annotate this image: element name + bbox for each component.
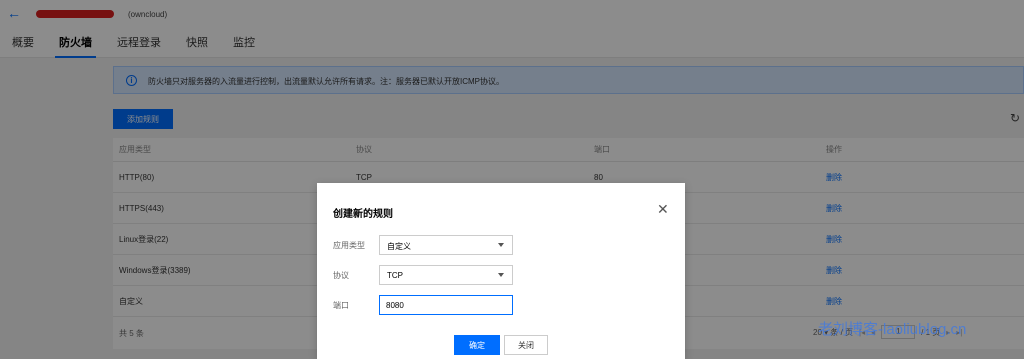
port-label: 端口 [333,301,349,310]
protocol-row: 协议 TCP [333,265,673,285]
close-icon[interactable]: ✕ [657,202,669,216]
app-type-row: 应用类型 自定义 [333,235,673,255]
port-row: 端口 [333,295,673,315]
protocol-value: TCP [387,271,403,280]
chevron-down-icon [498,243,504,247]
create-rule-dialog: 创建新的规则 ✕ 应用类型 自定义 协议 TCP 端口 确定 关闭 [317,183,685,359]
app-type-value: 自定义 [387,242,411,251]
protocol-label: 协议 [333,271,349,280]
close-button[interactable]: 关闭 [504,335,548,355]
app-type-label: 应用类型 [333,241,365,250]
watermark-text: 老刘博客-laoliublog.cn [818,321,967,338]
dialog-buttons: 确定 关闭 [317,335,685,355]
confirm-button[interactable]: 确定 [454,335,500,355]
app-type-select[interactable]: 自定义 [379,235,513,255]
port-input[interactable] [379,295,513,315]
chevron-down-icon [498,273,504,277]
protocol-select[interactable]: TCP [379,265,513,285]
dialog-title: 创建新的规则 [333,209,393,220]
